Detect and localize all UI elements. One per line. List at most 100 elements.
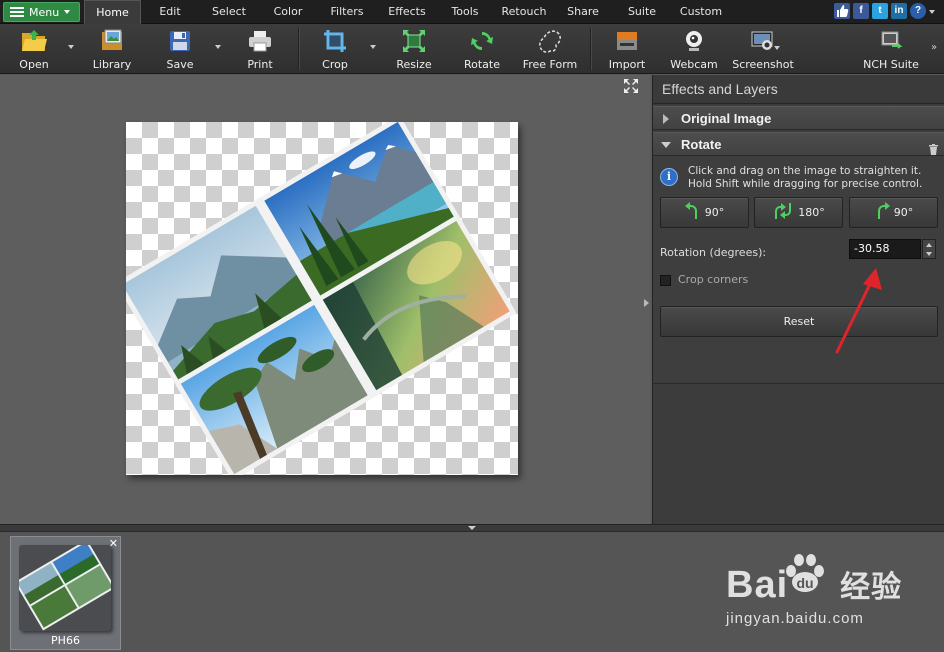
menu-bar: Menu Home Edit Select Color Filters Effe… [0,0,944,24]
expand-arrow-icon [663,114,669,124]
resize-label: Resize [396,58,432,71]
rotate-button[interactable]: Rotate [462,27,502,71]
facebook-icon[interactable]: f [853,3,869,19]
reset-button[interactable]: Reset [660,306,938,337]
rotation-degrees-label: Rotation (degrees): [660,246,767,259]
rotate-hint: Click and drag on the image to straighte… [688,165,922,191]
resize-button[interactable]: Resize [393,27,435,71]
crop-button[interactable]: Crop [315,27,355,71]
nch-suite-icon [877,27,905,55]
filmstrip: ✕ PH66 [0,532,944,652]
thumbnail-name: PH66 [51,634,80,647]
free-form-label: Free Form [522,58,578,71]
info-icon: i [660,168,678,186]
screenshot-dropdown-caret[interactable] [774,46,780,50]
collapse-filmstrip-icon[interactable] [468,526,476,530]
hamburger-icon [10,7,24,17]
tab-share[interactable]: Share [563,0,603,24]
stepper-up-icon[interactable] [926,243,932,247]
webcam-label: Webcam [670,58,718,71]
rotate-left-90-button[interactable]: 90° [660,197,749,228]
linkedin-icon[interactable]: in [891,3,907,19]
toolbar-separator [590,28,591,70]
chevron-down-icon[interactable] [929,10,935,14]
rotate-right-90-label: 90° [893,206,914,219]
panel-collapse-arrow-icon[interactable] [644,299,649,307]
rotate-left-90-label: 90° [704,206,725,219]
twitter-icon[interactable]: t [872,3,888,19]
stepper-down-icon[interactable] [926,252,932,256]
panel-title: Effects and Layers [653,75,944,104]
crop-dropdown-caret[interactable] [370,45,376,49]
tab-retouch[interactable]: Retouch [498,0,550,24]
rotate-section-header[interactable]: Rotate [653,132,944,156]
original-image-label: Original Image [681,111,772,126]
tab-color[interactable]: Color [268,0,308,24]
library-label: Library [92,58,132,71]
tab-home[interactable]: Home [84,0,141,24]
print-label: Print [247,58,273,71]
thumbnail-item[interactable]: ✕ PH66 [10,536,121,650]
main-menu-button[interactable]: Menu [3,2,80,22]
folder-open-icon [20,27,48,55]
save-button[interactable]: Save [160,27,200,71]
print-button[interactable]: Print [240,27,280,71]
webcam-button[interactable]: Webcam [670,27,718,71]
open-label: Open [19,58,49,71]
rotate-180-button[interactable]: 180° [754,197,843,228]
screenshot-icon [749,27,777,55]
rotate-hint-line2: Hold Shift while dragging for precise co… [688,178,923,190]
thumbnail-preview [19,545,111,631]
rotate-section-body: i Click and drag on the image to straigh… [653,156,944,384]
toolbar-overflow-icon[interactable]: » [931,42,937,53]
tab-edit[interactable]: Edit [150,0,190,24]
original-image-section-header[interactable]: Original Image [653,106,944,130]
screenshot-label: Screenshot [732,58,794,71]
rotation-degrees-input[interactable]: -30.58 [849,239,921,259]
effects-layers-panel: Effects and Layers Original Image Rotate… [652,75,944,524]
crop-corners-label: Crop corners [678,273,749,286]
rotate-right-icon [874,202,890,223]
save-disk-icon [166,27,194,55]
open-dropdown-caret[interactable] [68,45,74,49]
save-label: Save [166,58,194,71]
library-icon [98,27,126,55]
help-icon[interactable]: ? [910,3,926,19]
main-menu-label: Menu [29,5,60,19]
filmstrip-splitter[interactable] [0,524,944,532]
rotate-180-label: 180° [798,206,825,219]
rotate-left-icon [684,202,701,223]
resize-icon [400,27,428,55]
tab-filters[interactable]: Filters [324,0,370,24]
trash-icon[interactable] [929,139,938,155]
rotate-right-90-button[interactable]: 90° [849,197,938,228]
import-label: Import [608,58,646,71]
crop-corners-checkbox[interactable] [660,275,671,286]
rotation-stepper[interactable] [922,239,936,259]
free-form-button[interactable]: Free Form [522,27,578,71]
rotate-hint-line1: Click and drag on the image to straighte… [688,165,922,177]
toolbar-separator [298,28,299,70]
crop-label: Crop [322,58,348,71]
rotate-label: Rotate [463,58,500,71]
webcam-icon [680,27,708,55]
printer-icon [246,27,274,55]
tab-custom[interactable]: Custom [678,0,724,24]
tab-tools[interactable]: Tools [446,0,484,24]
tab-select[interactable]: Select [207,0,251,24]
save-dropdown-caret[interactable] [215,45,221,49]
library-button[interactable]: Library [90,27,134,71]
screenshot-button[interactable]: Screenshot [732,27,794,71]
photo-collage [115,115,517,481]
crop-icon [321,27,349,55]
rotated-image[interactable] [115,115,518,481]
rotate-icon [468,27,496,55]
tab-suite[interactable]: Suite [624,0,660,24]
fullscreen-icon[interactable] [623,78,639,94]
tab-effects[interactable]: Effects [383,0,431,24]
nch-suite-button[interactable]: NCH Suite [862,27,920,71]
open-button[interactable]: Open [14,27,54,71]
thumbs-up-icon[interactable] [834,3,850,19]
import-button[interactable]: Import [607,27,647,71]
image-canvas[interactable] [0,75,650,524]
